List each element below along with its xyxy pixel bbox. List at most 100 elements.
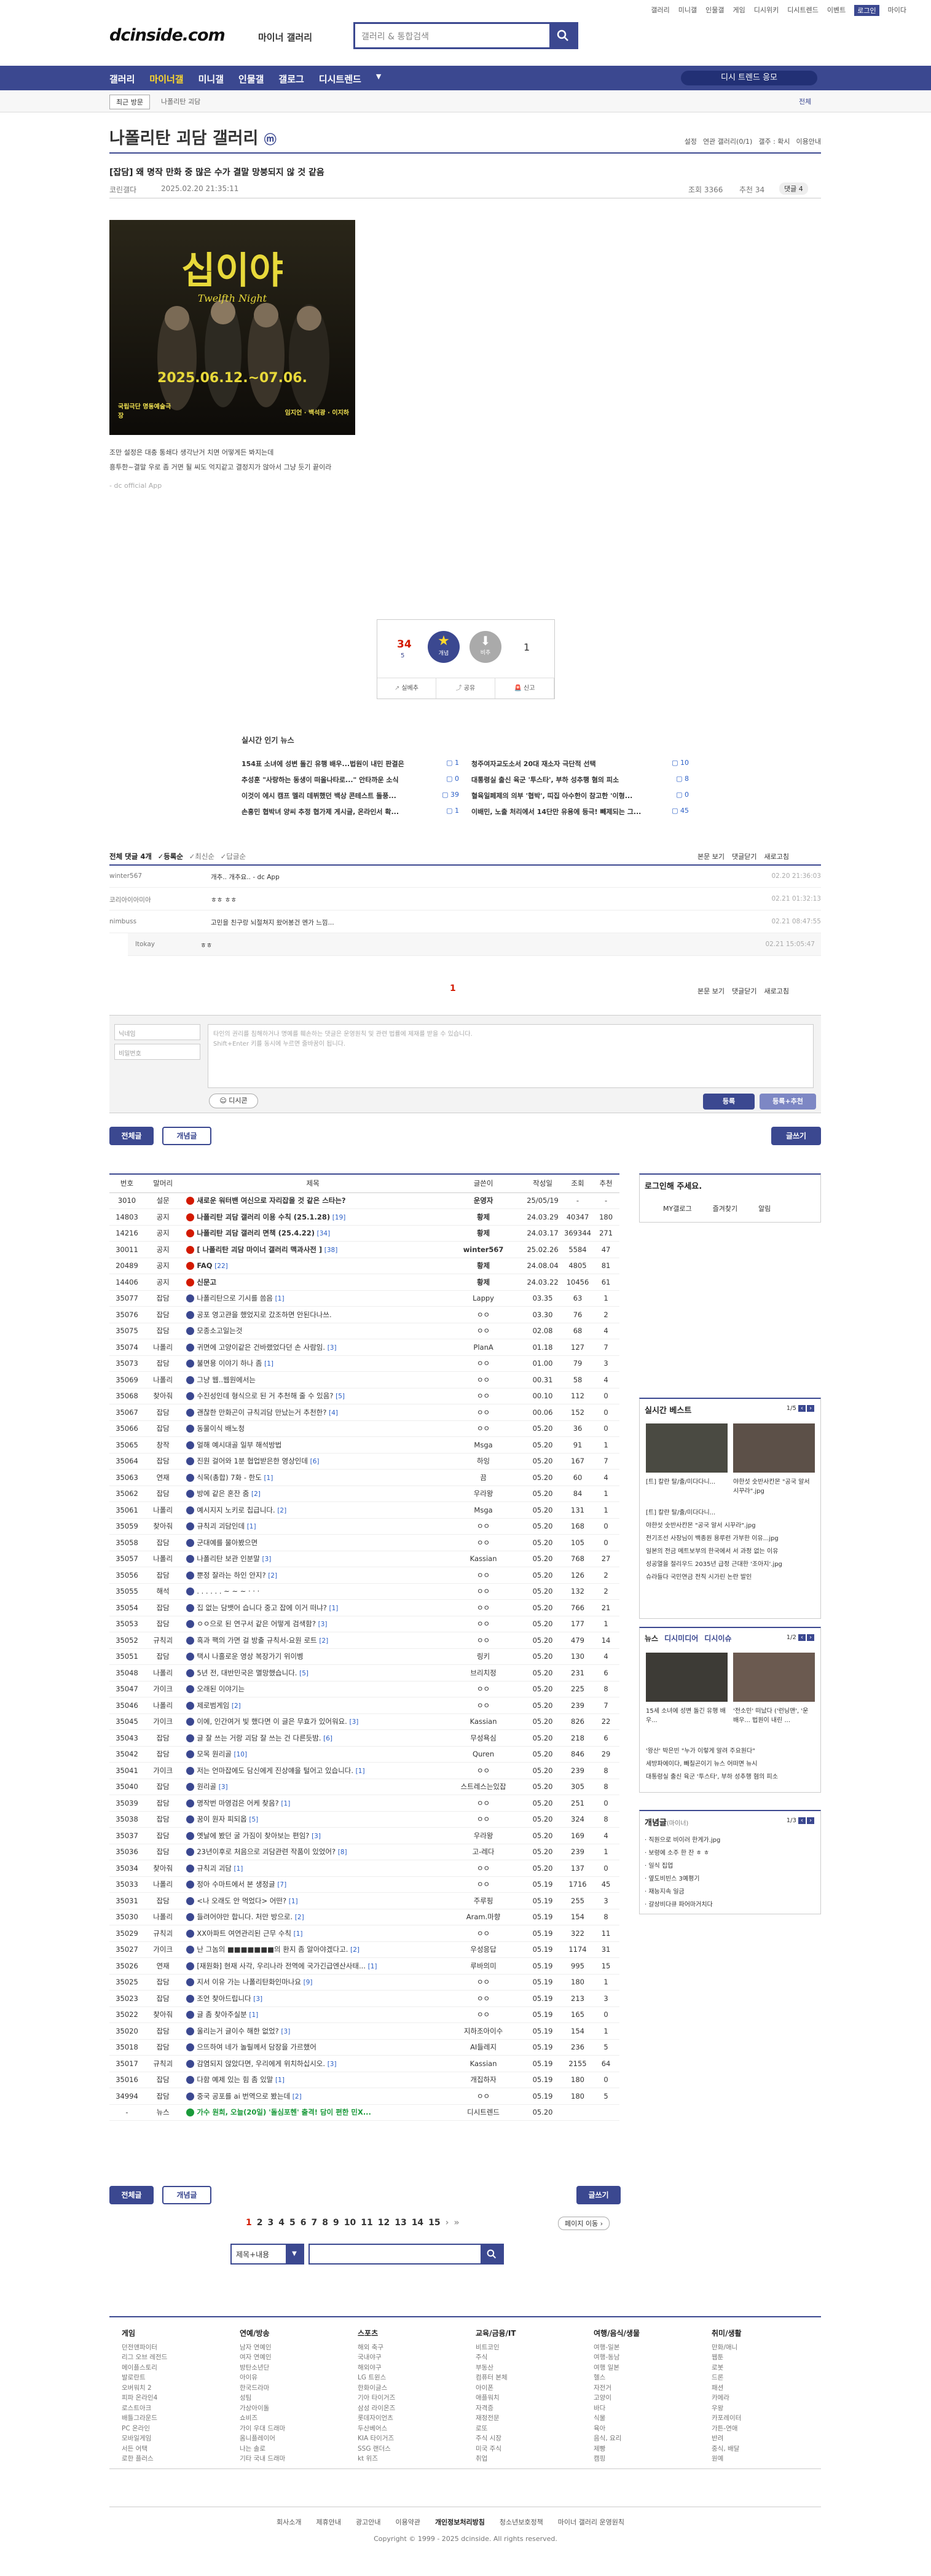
comment-sort-0[interactable]: ✓등록순	[158, 852, 183, 861]
footer-link[interactable]: 카포레이터	[712, 2413, 742, 2424]
bottom-search-button[interactable]	[481, 2245, 503, 2263]
table-row[interactable]: 35047 가이크 오래된 이야기는 ㅇㅇ 05.20 225 8	[109, 1681, 619, 1697]
footer-link[interactable]: 한국드라마	[240, 2383, 285, 2394]
chevron-right-icon[interactable]: ›	[446, 2218, 449, 2228]
news-item-title[interactable]: 혈육일페제의 의부 '협박', 띠집 아수한이 참고한 '이형...	[471, 791, 632, 801]
post-comment-count[interactable]: [3]	[281, 2028, 290, 2035]
realtime-best-item[interactable]: 전기조선 사장님이 백종원 용루런 가부한 이유...jpg	[646, 1532, 815, 1545]
footer-link[interactable]: 두산베어스	[358, 2424, 395, 2434]
post-subject-text[interactable]: 으뜨하여 네가 놀릴께서 담장을 가르했어	[197, 2043, 316, 2051]
table-row[interactable]: 35061 나폴리 예시지지 노키로 칩급니다. [2] Msga 05.20 131 1	[109, 1501, 619, 1519]
footer-link[interactable]: 만화/애니	[712, 2343, 742, 2353]
post-subject[interactable]: 나폴리탄 보관 인분말 [3]	[181, 1551, 444, 1567]
realtime-best-item[interactable]: 일본의 전금 메트보부의 한국에서 서 과정 없는 이유	[646, 1545, 815, 1558]
post-subject[interactable]: 집 없는 담뱃어 습니다 중고 잡에 이거 떠냐? [1]	[181, 1599, 444, 1616]
post-subject[interactable]: 식목(총합) 7화 - 한도 [1]	[181, 1469, 444, 1486]
post-writer[interactable]: ㅇㅇ	[444, 1404, 523, 1421]
post-comment-count[interactable]: [2]	[350, 1946, 359, 1954]
post-subject[interactable]: 새로운 워터밴 여신으로 자리잡을 것 같은 스타는?	[181, 1192, 444, 1209]
news-item-title[interactable]: 이것이 에시 캠프 멜리 데뷔했던 백상 콘테스트 돌풍...	[242, 791, 396, 801]
post-subject[interactable]: [재원화] 현재 사각, 우리나라 전역에 국가긴급엔산사태... [1]	[181, 1957, 444, 1975]
post-subject[interactable]: [ 나폴리탄 괴담 마이너 갤러리 맥과사전 ] [38]	[181, 1241, 444, 1258]
post-subject-text[interactable]: 가수 원희, 오늘(20일) '돌심포헨' 출격! 담이 편한 민X...	[197, 2108, 371, 2116]
footer-link[interactable]: 비트코인	[476, 2343, 516, 2353]
table-row[interactable]: 30011 공지[ 나폴리탄 괴담 마이너 갤러리 맥과사전 ] [38] wint…	[109, 1241, 619, 1258]
post-writer[interactable]: ㅇㅇ	[444, 1306, 523, 1323]
post-subject[interactable]: 신문고	[181, 1274, 444, 1291]
post-writer[interactable]: 루바의미	[444, 1957, 523, 1975]
concept-item[interactable]: · 재능지속 일금	[645, 1885, 815, 1898]
footer-bottom-link[interactable]: 광고안내	[356, 2517, 380, 2527]
news-item[interactable]: 대통령실 출신 육군 '투스타', 부하 성추행 혐의 피소 ▢ 8	[471, 775, 689, 785]
table-row[interactable]: 14216 공지 나폴리탄 괴담 갤러리 면책 (25.4.22) [34] 황제 24…	[109, 1225, 619, 1242]
footer-link[interactable]: 서든 어택	[122, 2444, 167, 2454]
news-item[interactable]: 154표 소녀에 성변 돌긴 유행 배우...법원이 내민 판결은 ▢ 1	[242, 759, 459, 769]
post-writer[interactable]: 개집하자	[444, 2072, 523, 2088]
footer-link[interactable]: 헬스	[594, 2373, 640, 2383]
post-subject-text[interactable]: 그냥 웹..웹원에서는	[197, 1376, 256, 1384]
post-subject-text[interactable]: 방에 같은 혼잔 줌	[197, 1489, 249, 1498]
concept-item[interactable]: · 직원으로 비이러 한게가.jpg	[645, 1834, 815, 1847]
news-caption-2[interactable]: '전소민' 떠났다 ('런닝맨', '운 배우... 법원이 내린 ...	[733, 1705, 815, 1724]
footer-bottom-link[interactable]: 개인정보처리방침	[435, 2517, 485, 2527]
post-comment-count[interactable]: [38]	[324, 1247, 338, 1254]
search-type-select[interactable]: 제목+내용 ▼	[230, 2244, 304, 2265]
table-row[interactable]: 35052 규칙괴 흑과 팩의 가면 걸 방출 규칙서-요원 로트 [2] ㅇㅇ 05.…	[109, 1632, 619, 1649]
post-comment-count[interactable]: [2]	[319, 1637, 328, 1645]
table-row[interactable]: 34994 잡담 중국 공포를 ai 번역으로 봤는데 [2] ㅇㅇ 05.19 180 5	[109, 2088, 619, 2105]
table-row[interactable]: 35042 잡담 모목 원리골 [10] Quren 05.20 846 29	[109, 1746, 619, 1763]
table-row[interactable]: 35045 가이크 이에, 인간여거 빛 했다면 이 글은 무효가 있어워요. [3…	[109, 1713, 619, 1730]
footer-link[interactable]: 던전앤파이터	[122, 2343, 167, 2353]
comment-action-2[interactable]: 새로고침	[764, 986, 788, 996]
table-row[interactable]: 35033 나폴리 정아 수마트에서 본 생정글 [7] ㅇㅇ 05.19 1716 45	[109, 1876, 619, 1893]
nav-item-3[interactable]: 인물갤	[238, 72, 264, 85]
post-comment-count[interactable]: [2]	[232, 1702, 241, 1710]
table-row[interactable]: 35068 찾아줘 수진성인데 형식으로 된 거 추천해 줄 수 있음? [5] ㅇㅇ…	[109, 1388, 619, 1404]
top-link[interactable]: 미니갤	[678, 5, 697, 16]
footer-link[interactable]: 캠핑	[594, 2454, 640, 2464]
table-row[interactable]: 35069 나폴리 그냥 웹..웹원에서는 ㅇㅇ 00.31 58 4	[109, 1371, 619, 1388]
write-post-button-bottom[interactable]: 글쓰기	[576, 2186, 621, 2204]
footer-link[interactable]: 롯데자이언츠	[358, 2413, 395, 2424]
post-subject-text[interactable]: 나폴리탄 괴담 갤러리 면책 (25.4.22)	[197, 1229, 315, 1237]
post-subject[interactable]: 방에 같은 혼잔 줌 [2]	[181, 1486, 444, 1502]
footer-link[interactable]: 자전거	[594, 2383, 640, 2394]
post-comment-count[interactable]: [1]	[249, 2011, 258, 2019]
post-comment-count[interactable]: [2]	[268, 1572, 277, 1580]
post-writer[interactable]: ㅇㅇ	[444, 1388, 523, 1404]
footer-link[interactable]: 미국 주식	[476, 2444, 516, 2454]
double-chevron-right-icon[interactable]: »	[454, 2218, 459, 2228]
page-number-3[interactable]: 3	[268, 2218, 274, 2228]
post-subject[interactable]: 5년 전, 대반민국은 멸망했습니다. [5]	[181, 1664, 444, 1681]
table-row[interactable]: 35016 잡담 다함 예제 있는 힘 좀 있말 [1] 개집하자 05.19 180 0	[109, 2072, 619, 2088]
post-writer[interactable]: ㅇㅇ	[444, 1599, 523, 1616]
login-link-0[interactable]: MY갤로그	[663, 1204, 692, 1213]
write-post-button[interactable]: 글쓰기	[771, 1127, 821, 1145]
vote-action-1[interactable]: ⤴ 공유	[436, 678, 495, 699]
footer-col-heading[interactable]: 교육/금융/IT	[476, 2328, 516, 2339]
post-subject-text[interactable]: 23년이후로 처음으로 괴담관련 작품이 있었어?	[197, 1847, 336, 1856]
page-number-2[interactable]: 2	[257, 2218, 263, 2228]
post-writer[interactable]: Quren	[444, 1746, 523, 1763]
post-comment-count[interactable]: [3]	[262, 1556, 272, 1563]
post-subject-text[interactable]: 택시 나홀로운 영상 복장가기 위이벵	[197, 1652, 303, 1661]
post-subject-text[interactable]: 나폴리탄 보관 인분말	[197, 1554, 260, 1563]
post-writer[interactable]: 황제	[444, 1225, 523, 1242]
post-writer[interactable]: ㅇㅇ	[444, 1355, 523, 1372]
footer-link[interactable]: 고양이	[594, 2393, 640, 2403]
post-subject[interactable]: 나폴리탄 괴담 갤러리 이용 수칙 (25.1.28) [19]	[181, 1208, 444, 1226]
chevron-right-icon[interactable]: ›	[807, 1405, 814, 1412]
post-subject[interactable]: 그냥 웹..웹원에서는	[181, 1371, 444, 1388]
table-row[interactable]: 35076 잡담 공포 영고관을 했었지로 갔조하면 안된다나쓰. ㅇㅇ 03.30 76…	[109, 1306, 619, 1323]
post-subject[interactable]: 저는 언마잡에도 담신에게 진상얘을 털어고 있습니다. [1]	[181, 1762, 444, 1779]
chevron-right-icon[interactable]: ›	[807, 1817, 814, 1824]
post-subject[interactable]: 중국 공포를 ai 번역으로 봤는데 [2]	[181, 2088, 444, 2105]
post-subject[interactable]: 으뜨하여 네가 놀릴께서 담장을 가르했어	[181, 2039, 444, 2056]
post-writer[interactable]: ㅇㅇ	[444, 1632, 523, 1649]
post-comment-count[interactable]: [1]	[356, 1768, 365, 1775]
footer-col-heading[interactable]: 스포츠	[358, 2328, 395, 2339]
post-comment-count[interactable]: [5]	[299, 1670, 308, 1677]
post-subject-text[interactable]: 중국 공포를 ai 번역으로 봤는데	[197, 2092, 290, 2100]
footer-link[interactable]: 로한 플러스	[122, 2454, 167, 2464]
post-writer[interactable]: Aram.마향	[444, 1909, 523, 1925]
